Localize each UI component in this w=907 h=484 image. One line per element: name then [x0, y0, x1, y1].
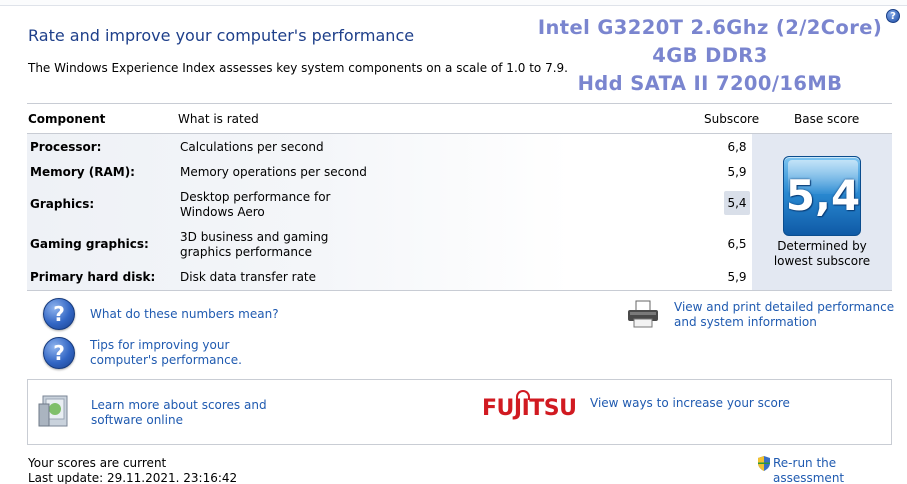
row-subscore: 5,9: [727, 270, 747, 284]
row-what-is-rated: 3D business and gaming graphics performa…: [180, 230, 329, 259]
header-base-score: Base score: [794, 112, 860, 126]
system-spec-overlay: Intel G3220T 2.6Ghz (2/2Core) 4GB DDR3 H…: [520, 14, 900, 98]
view-print-details-link[interactable]: View and print detailed performance and …: [674, 300, 896, 330]
rerun-assessment-link[interactable]: Re-run the assessment: [773, 456, 907, 484]
last-update: Last update: 29.11.2021. 23:16:42: [28, 471, 238, 484]
window-top-edge: [0, 0, 907, 6]
score-table: [27, 134, 752, 290]
numbers-meaning-link[interactable]: What do these numbers mean?: [90, 307, 279, 322]
uac-shield-icon: [758, 456, 770, 471]
printer-icon[interactable]: [626, 300, 660, 328]
question-icon[interactable]: ?: [43, 337, 75, 369]
scores-status: Your scores are current: [28, 456, 167, 470]
header-component: Component: [28, 112, 106, 126]
row-subscore: 6,5: [727, 237, 747, 251]
row-component: Primary hard disk:: [30, 270, 156, 284]
row-subscore: 5,9: [727, 165, 747, 179]
row-component: Memory (RAM):: [30, 165, 135, 179]
base-score-badge: 5,4: [783, 156, 861, 236]
overlay-line-cpu: Intel G3220T 2.6Ghz (2/2Core): [537, 16, 883, 39]
software-box-icon: [38, 395, 68, 427]
divider: [27, 103, 892, 104]
row-subscore-lowest: 5,4: [724, 191, 750, 215]
fujitsu-logo: FUJITSU: [482, 396, 577, 421]
row-what-is-rated: Disk data transfer rate: [180, 270, 317, 284]
overlay-line-hdd: Hdd SATA II 7200/16MB: [577, 72, 843, 95]
view-ways-link[interactable]: View ways to increase your score: [590, 396, 790, 411]
header-subscore: Subscore: [704, 112, 760, 126]
header-what-is-rated: What is rated: [178, 112, 259, 126]
row-component: Processor:: [30, 140, 102, 154]
learn-more-link[interactable]: Learn more about scores and software onl…: [91, 398, 311, 428]
tips-link[interactable]: Tips for improving your computer's perfo…: [90, 338, 290, 368]
row-component: Gaming graphics:: [30, 237, 149, 251]
base-score-caption: Determined by lowest subscore: [773, 239, 871, 268]
row-component: Graphics:: [30, 197, 95, 211]
overlay-line-ram: 4GB DDR3: [652, 44, 768, 67]
row-subscore: 6,8: [727, 140, 747, 154]
page-subtitle: The Windows Experience Index assesses ke…: [28, 61, 568, 75]
table-bottom-divider: [27, 290, 892, 291]
row-what-is-rated: Memory operations per second: [180, 165, 367, 179]
question-icon[interactable]: ?: [43, 298, 75, 330]
page-title: Rate and improve your computer's perform…: [28, 26, 415, 45]
base-score-value: 5,4: [785, 171, 861, 220]
row-what-is-rated: Calculations per second: [180, 140, 324, 154]
row-what-is-rated: Desktop performance for Windows Aero: [180, 190, 331, 219]
